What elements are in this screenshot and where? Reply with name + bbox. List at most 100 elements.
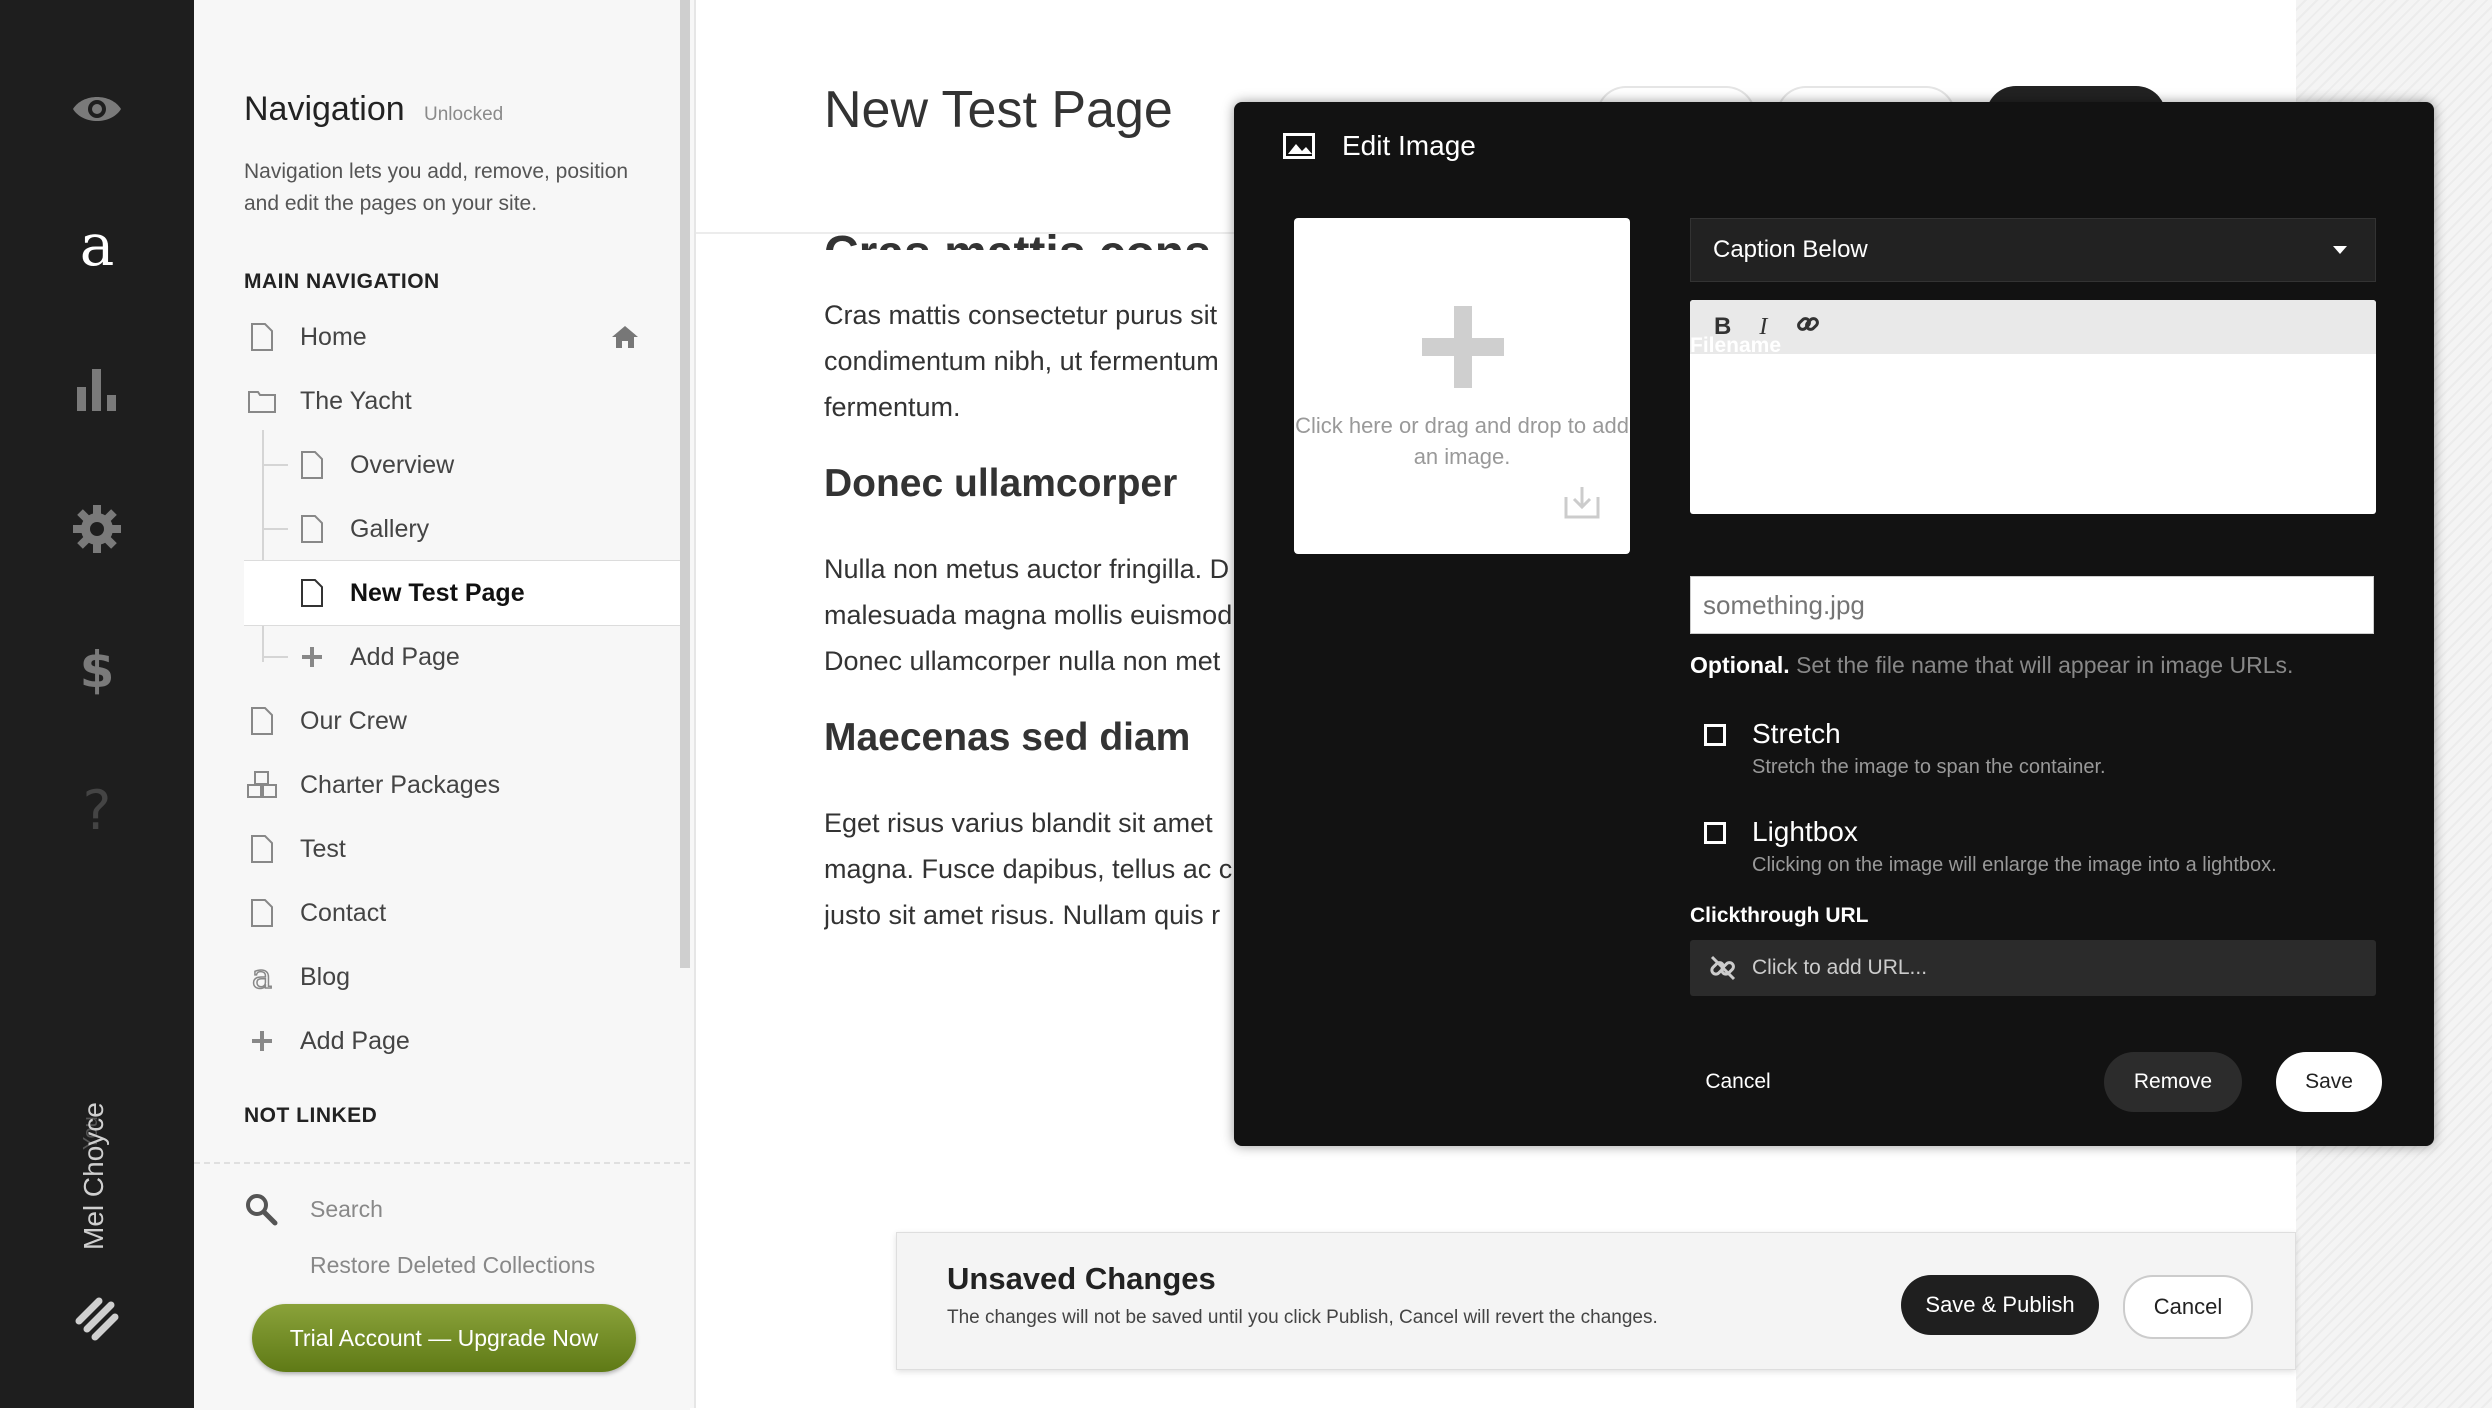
user-profile[interactable]: You Mel Choyce <box>70 1090 120 1270</box>
unsaved-changes-bar: Unsaved Changes The changes will not be … <box>896 1232 2296 1370</box>
chevron-down-icon <box>2333 246 2347 254</box>
unsaved-title: Unsaved Changes <box>947 1261 1216 1296</box>
clickthrough-url-field[interactable]: Click to add URL... <box>1690 940 2376 996</box>
not-linked-heading: NOT LINKED <box>244 1104 378 1127</box>
lightbox-title: Lightbox <box>1752 816 1858 847</box>
nav-item-label: Gallery <box>350 514 430 543</box>
caption-select-value: Caption Below <box>1713 236 1868 263</box>
nav-item-label: Charter Packages <box>300 770 501 799</box>
paragraph-line: malesuada magna mollis euismod <box>824 600 1233 630</box>
stretch-option[interactable]: Stretch Stretch the image to span the co… <box>1704 718 2106 779</box>
main-navigation-heading: MAIN NAVIGATION <box>244 270 440 293</box>
home-icon[interactable] <box>610 324 640 357</box>
caption-select[interactable]: Caption Below <box>1690 218 2376 282</box>
hint-bold: Optional. <box>1690 652 1790 678</box>
page-title[interactable]: New Test Page <box>824 80 1173 140</box>
stretch-description: Stretch the image to span the container. <box>1752 756 2106 778</box>
image-dropzone[interactable]: Click here or drag and drop to add an im… <box>1294 218 1630 554</box>
plus-icon <box>294 639 330 675</box>
paragraph[interactable]: Cras mattis consectetur purus sit condim… <box>824 292 1244 430</box>
scrollbar[interactable] <box>680 0 690 968</box>
paragraph-line: fermentum. <box>824 392 961 422</box>
search-icon <box>246 1194 278 1226</box>
svg-text:a: a <box>252 960 272 994</box>
nav-item-test[interactable]: Test <box>244 818 680 880</box>
svg-text:a: a <box>80 221 115 277</box>
page-icon <box>244 319 280 355</box>
paragraph-line: Eget risus varius blandit sit amet <box>824 808 1213 838</box>
nav-item-contact[interactable]: Contact <box>244 882 680 944</box>
cancel-changes-button[interactable]: Cancel <box>2123 1275 2253 1339</box>
restore-deleted-link[interactable]: Restore Deleted Collections <box>310 1252 595 1279</box>
gear-icon[interactable] <box>62 494 132 564</box>
nav-item-add-page-sub[interactable]: Add Page <box>294 626 680 688</box>
search-button[interactable]: Search <box>244 1192 383 1226</box>
nav-item-home[interactable]: Home <box>244 306 680 368</box>
nav-item-label: New Test Page <box>350 578 525 607</box>
page-icon <box>294 575 330 611</box>
paragraph-line: Donec ullamcorper nulla non met <box>824 646 1221 676</box>
paragraph-line: condimentum nibh, ut fermentum <box>824 346 1219 376</box>
cancel-button[interactable]: Cancel <box>1674 1052 1802 1112</box>
paragraph-line: Cras mattis consectetur purus sit <box>824 300 1218 330</box>
paragraph[interactable]: Eget risus varius blandit sit amet magna… <box>824 800 1244 938</box>
nav-item-label: Add Page <box>300 1026 410 1055</box>
unlink-icon <box>1710 955 1736 981</box>
upgrade-button[interactable]: Trial Account — Upgrade Now <box>252 1304 636 1372</box>
nav-item-label: Our Crew <box>300 706 407 735</box>
paragraph-line: magna. Fusce dapibus, tellus ac c <box>824 854 1233 884</box>
search-label: Search <box>310 1195 383 1222</box>
stretch-title: Stretch <box>1752 718 1841 749</box>
caption-editor[interactable]: B I <box>1690 300 2376 514</box>
lightbox-option[interactable]: Lightbox Clicking on the image will enla… <box>1704 816 2277 877</box>
remove-button[interactable]: Remove <box>2104 1052 2242 1112</box>
nav-item-gallery[interactable]: Gallery <box>294 498 680 560</box>
nav-item-label: Test <box>300 834 346 863</box>
page-icon <box>244 895 280 931</box>
blog-icon: a <box>244 959 280 995</box>
nav-footer: Search Restore Deleted Collections Trial… <box>194 1162 690 1410</box>
folder-icon <box>244 383 280 419</box>
link-icon[interactable] <box>1795 311 1821 344</box>
nav-item-overview[interactable]: Overview <box>294 434 680 496</box>
app-rail: a $ ? You Mel Choyce <box>0 0 194 1408</box>
nav-item-add-page[interactable]: Add Page <box>244 1010 680 1072</box>
nav-item-new-test-page[interactable]: New Test Page <box>244 560 680 626</box>
editor-toolbar: B I <box>1690 300 2376 354</box>
page-icon <box>294 447 330 483</box>
save-button[interactable]: Save <box>2276 1052 2382 1112</box>
nav-item-our-crew[interactable]: Our Crew <box>244 690 680 752</box>
stretch-checkbox[interactable] <box>1704 724 1726 746</box>
dropzone-text: Click here or drag and drop to add an im… <box>1295 413 1629 469</box>
paragraph[interactable]: Nulla non metus auctor fringilla. D male… <box>824 546 1244 684</box>
download-icon <box>1564 485 1600 524</box>
lightbox-checkbox[interactable] <box>1704 822 1726 844</box>
nav-item-label: Overview <box>350 450 455 479</box>
question-icon[interactable]: ? <box>62 774 132 844</box>
chart-bar-icon[interactable] <box>62 354 132 424</box>
unsaved-description: The changes will not be saved until you … <box>947 1307 1658 1328</box>
filename-input[interactable] <box>1690 576 2374 634</box>
dialog-title: Edit Image <box>1342 130 1476 161</box>
lock-status[interactable]: Unlocked <box>424 104 503 126</box>
image-icon <box>1282 132 1316 165</box>
nav-item-charter-packages[interactable]: Charter Packages <box>244 754 680 816</box>
nav-item-label: Contact <box>300 898 387 927</box>
user-name: Mel Choyce <box>78 1102 109 1250</box>
edit-image-dialog: Edit Image Click here or drag and drop t… <box>1234 102 2434 1146</box>
plus-icon <box>1422 306 1504 393</box>
squarespace-a-logo[interactable]: a <box>62 214 132 284</box>
eye-icon[interactable] <box>62 74 132 144</box>
navigation-panel: Navigation Unlocked Navigation lets you … <box>194 0 696 1410</box>
save-publish-button[interactable]: Save & Publish <box>1901 1275 2099 1335</box>
tree-branch <box>264 464 288 466</box>
dollar-icon[interactable]: $ <box>62 634 132 704</box>
page-icon <box>244 831 280 867</box>
nav-item-the-yacht[interactable]: The Yacht <box>244 370 680 432</box>
plus-icon <box>244 1023 280 1059</box>
nav-item-blog[interactable]: a Blog <box>244 946 680 1008</box>
content-heading: Maecenas sed diam <box>824 716 1191 759</box>
squarespace-logo[interactable] <box>62 1284 132 1354</box>
content-heading: Cras mattis cons <box>824 206 1211 250</box>
filename-hint: Optional. Set the file name that will ap… <box>1690 652 2293 679</box>
